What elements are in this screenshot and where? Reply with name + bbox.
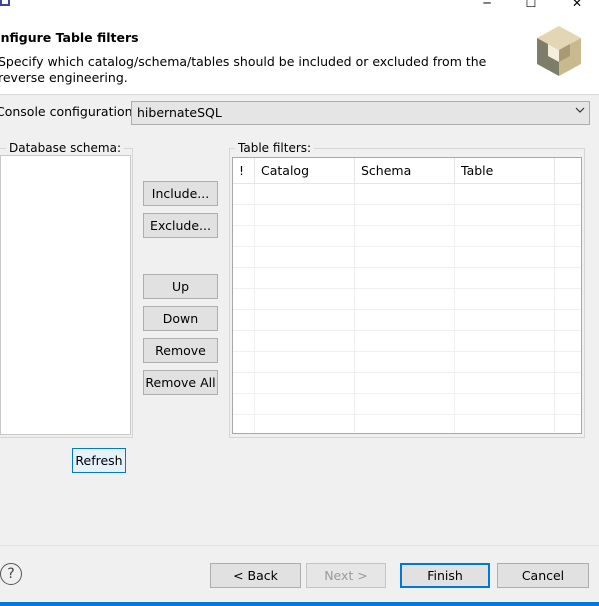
page-description: Specify which catalog/schema/tables shou… bbox=[0, 54, 487, 85]
table-row bbox=[233, 415, 581, 433]
table-row bbox=[233, 226, 581, 247]
header-separator bbox=[0, 94, 599, 95]
table-row bbox=[233, 394, 581, 415]
database-schema-tree[interactable] bbox=[0, 155, 131, 435]
table-row bbox=[233, 331, 581, 352]
page-title: onfigure Table filters bbox=[0, 30, 139, 45]
table-row bbox=[233, 310, 581, 331]
database-schema-label: Database schema: bbox=[6, 141, 124, 155]
table-row bbox=[233, 289, 581, 310]
table-row bbox=[233, 373, 581, 394]
down-button[interactable]: Down bbox=[143, 306, 218, 331]
table-row bbox=[233, 268, 581, 289]
column-header-table[interactable]: Table bbox=[455, 158, 555, 184]
remove-all-button[interactable]: Remove All bbox=[143, 370, 218, 395]
table-header: ! Catalog Schema Table bbox=[233, 158, 581, 184]
console-configuration-select[interactable]: hibernateSQL bbox=[131, 101, 590, 125]
up-button[interactable]: Up bbox=[143, 274, 218, 299]
cancel-button[interactable]: Cancel bbox=[497, 563, 589, 588]
column-header-catalog[interactable]: Catalog bbox=[255, 158, 355, 184]
exclude-button[interactable]: Exclude... bbox=[143, 213, 218, 238]
maximize-icon: ☐ bbox=[525, 0, 537, 10]
table-row bbox=[233, 205, 581, 226]
footer-separator bbox=[0, 545, 599, 546]
back-button[interactable]: < Back bbox=[210, 563, 301, 588]
table-row bbox=[233, 184, 581, 205]
hibernate-logo-icon bbox=[537, 26, 581, 76]
refresh-button[interactable]: Refresh bbox=[72, 448, 126, 473]
app-icon bbox=[0, 0, 10, 6]
chevron-down-icon bbox=[575, 105, 585, 118]
title-bar: ─ ☐ ✕ bbox=[0, 0, 599, 14]
column-header-flag[interactable]: ! bbox=[233, 158, 255, 184]
minimize-button[interactable]: ─ bbox=[464, 0, 510, 14]
console-configuration-value: hibernateSQL bbox=[137, 105, 222, 120]
console-configuration-label: Console configuration: bbox=[0, 104, 137, 119]
wizard-header: onfigure Table filters Specify which cat… bbox=[0, 14, 599, 94]
close-window-button[interactable]: ✕ bbox=[554, 0, 599, 14]
close-icon: ✕ bbox=[571, 0, 583, 10]
table-filters-label: Table filters: bbox=[235, 141, 315, 155]
finish-button[interactable]: Finish bbox=[400, 563, 490, 588]
include-button[interactable]: Include... bbox=[143, 181, 218, 206]
help-icon[interactable]: ? bbox=[0, 563, 22, 585]
remove-button[interactable]: Remove bbox=[143, 338, 218, 363]
maximize-button[interactable]: ☐ bbox=[508, 0, 554, 14]
taskbar-edge bbox=[0, 602, 599, 606]
minimize-icon: ─ bbox=[483, 0, 491, 10]
table-row bbox=[233, 352, 581, 373]
table-row bbox=[233, 247, 581, 268]
next-button[interactable]: Next > bbox=[306, 563, 386, 588]
column-header-schema[interactable]: Schema bbox=[355, 158, 455, 184]
table-filters-table[interactable]: ! Catalog Schema Table bbox=[232, 157, 582, 434]
